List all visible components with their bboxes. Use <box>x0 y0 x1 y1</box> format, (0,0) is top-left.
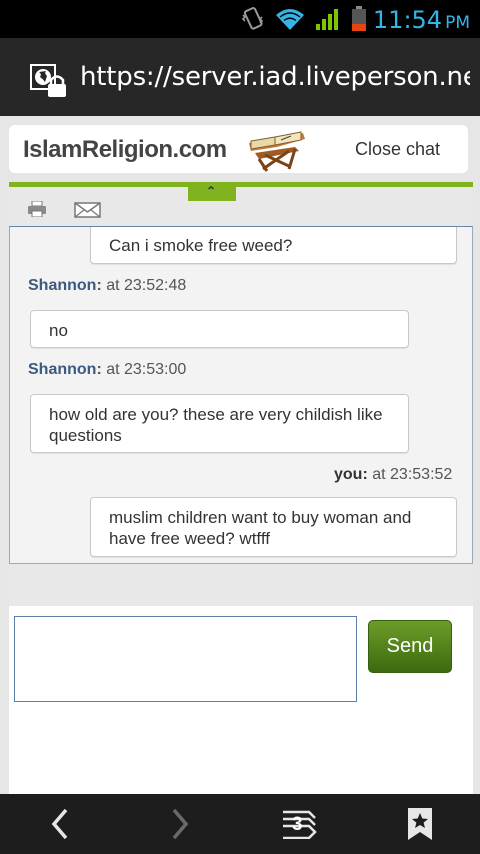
phone-screen: 11:54 PM https://server.iad.liveperson.ne… <box>0 0 480 854</box>
message-text: no <box>49 321 68 340</box>
message-bubble: Can i smoke free weed? <box>90 227 457 264</box>
message-time: at 23:52:48 <box>106 277 187 294</box>
url-text[interactable]: https://server.iad.liveperson.net <box>80 62 470 92</box>
message-text: Can i smoke free weed? <box>109 236 293 255</box>
close-chat-button[interactable]: Close chat <box>355 139 440 160</box>
browser-bottom-bar: 3 <box>0 794 480 854</box>
wifi-icon <box>276 9 304 30</box>
chat-header: IslamReligion.com Close chat <box>9 125 468 173</box>
chevron-up-icon: ⌃ <box>206 184 217 198</box>
web-page: IslamReligion.com Close chat ⌃ Can i smo… <box>0 116 480 794</box>
message-text: muslim children want to buy woman and ha… <box>109 508 412 548</box>
vibrate-icon <box>241 7 264 30</box>
message-time: at 23:53:52 <box>372 466 453 483</box>
message-bubble: muslim children want to buy woman and ha… <box>90 497 457 557</box>
bookmark-star-icon <box>408 808 432 840</box>
composer: Send <box>9 606 473 794</box>
clock-time: 11:54 <box>372 6 443 34</box>
bookmarks-button[interactable] <box>400 806 440 842</box>
clock-ampm: PM <box>445 13 470 33</box>
message-header: Shannon: at 23:53:00 <box>28 361 186 379</box>
collapse-toggle[interactable]: ⌃ <box>188 184 236 201</box>
secure-globe-lock-icon[interactable] <box>30 64 68 100</box>
message-input[interactable] <box>14 616 357 702</box>
quran-book-logo-icon <box>249 131 305 172</box>
forward-button[interactable] <box>160 806 200 842</box>
message-bubble: no <box>30 310 409 348</box>
chat-transcript[interactable]: Can i smoke free weed? Shannon: at 23:52… <box>9 226 473 564</box>
message-bubble: how old are you? these are very childish… <box>30 394 409 453</box>
message-header: Shannon: at 23:52:48 <box>28 277 186 295</box>
send-button[interactable]: Send <box>368 620 452 673</box>
header-divider <box>9 182 473 187</box>
email-icon[interactable] <box>74 202 101 218</box>
battery-icon <box>352 6 366 31</box>
transcript-footer <box>9 564 473 606</box>
speaker-name: Shannon: <box>28 277 102 294</box>
message-header: you: at 23:53:52 <box>334 466 452 484</box>
back-button[interactable] <box>40 806 80 842</box>
chat-panel: ⌃ Can i smoke free weed? Shannon: at 23:… <box>9 182 473 794</box>
tab-count: 3 <box>292 814 303 835</box>
print-icon[interactable] <box>27 201 47 217</box>
speaker-name: Shannon: <box>28 361 102 378</box>
message-text: how old are you? these are very childish… <box>49 405 383 445</box>
speaker-name: you: <box>334 466 368 483</box>
chat-toolbar <box>9 187 473 227</box>
message-time: at 23:53:00 <box>106 361 187 378</box>
address-bar[interactable]: https://server.iad.liveperson.net <box>0 38 480 116</box>
clock: 11:54 PM <box>373 6 470 34</box>
tabs-button[interactable]: 3 <box>280 806 320 842</box>
status-bar: 11:54 PM <box>0 0 480 38</box>
chevron-right-icon <box>172 808 189 840</box>
chevron-left-icon <box>51 808 68 840</box>
signal-icon <box>316 9 338 30</box>
site-logo-text: IslamReligion.com <box>23 136 227 163</box>
